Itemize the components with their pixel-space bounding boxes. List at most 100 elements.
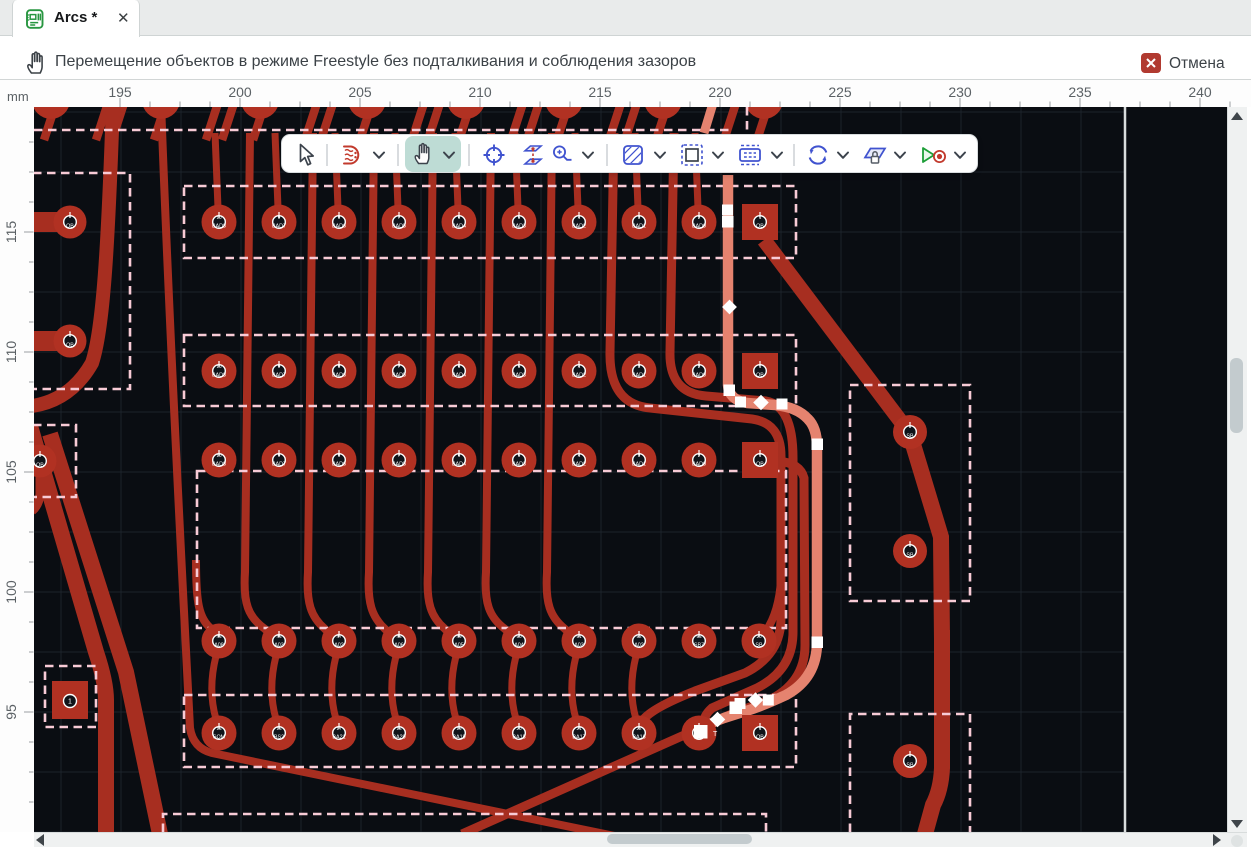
svg-text:9: 9 [278, 215, 281, 220]
svg-text:1: 1 [68, 699, 72, 706]
svg-text:7: 7 [398, 364, 401, 369]
svg-text:10: 10 [216, 364, 222, 369]
svg-text:8: 8 [338, 364, 341, 369]
svg-text:8: 8 [338, 215, 341, 220]
svg-text:OB: OB [66, 343, 74, 349]
svg-text:BAD2: BAD2 [572, 462, 586, 468]
svg-text:10: 10 [216, 453, 222, 458]
svg-text:53: 53 [696, 634, 702, 639]
svg-text:SB: SB [755, 643, 763, 649]
svg-text:BAD1: BAD1 [632, 462, 646, 468]
svg-text:BAD4: BAD4 [452, 462, 466, 468]
svg-text:52: 52 [636, 634, 642, 639]
svg-text:235: 235 [1068, 84, 1092, 100]
svg-text:3: 3 [638, 453, 641, 458]
svg-text:5: 5 [518, 215, 521, 220]
svg-text:SB: SB [906, 763, 914, 769]
svg-text:BAD8: BAD8 [212, 224, 226, 230]
svg-text:BAD6: BAD6 [332, 462, 346, 468]
svg-text:BAD7: BAD7 [272, 373, 286, 379]
svg-text:2: 2 [698, 453, 701, 458]
svg-text:A03: A03 [574, 643, 584, 649]
svg-text:4: 4 [578, 453, 581, 458]
svg-text:mm: mm [7, 89, 29, 104]
svg-text:SB: SB [906, 553, 914, 559]
svg-text:A03: A03 [274, 643, 284, 649]
svg-text:BAD5: BAD5 [392, 224, 406, 230]
svg-text:BAD2: BAD2 [572, 373, 586, 379]
svg-text:210: 210 [468, 84, 492, 100]
svg-text:BAD6: BAD6 [332, 373, 346, 379]
svg-text:215: 215 [588, 84, 612, 100]
svg-text:OB: OB [36, 463, 44, 469]
svg-text:SB: SB [906, 434, 914, 440]
svg-text:OB: OB [756, 735, 764, 741]
svg-text:BA18: BA18 [512, 735, 525, 741]
svg-text:BAD7: BAD7 [272, 462, 286, 468]
svg-text:2: 2 [698, 215, 701, 220]
svg-text:OB: OB [756, 373, 764, 379]
svg-text:A06: A06 [394, 643, 404, 649]
svg-text:7: 7 [398, 453, 401, 458]
svg-text:BAD5: BAD5 [392, 462, 406, 468]
svg-text:BAD8: BAD8 [212, 373, 226, 379]
svg-text:49: 49 [456, 634, 462, 639]
svg-text:17: 17 [336, 726, 342, 731]
svg-text:47: 47 [336, 634, 342, 639]
svg-text:BAD1: BAD1 [632, 373, 646, 379]
svg-text:6: 6 [458, 215, 461, 220]
svg-text:46: 46 [276, 634, 282, 639]
svg-text:BA21: BA21 [332, 735, 345, 741]
svg-text:225: 225 [828, 84, 852, 100]
svg-text:T: T [713, 731, 718, 738]
svg-text:100: 100 [3, 580, 19, 604]
svg-text:A02: A02 [334, 643, 344, 649]
svg-text:BA19: BA19 [452, 735, 465, 741]
svg-text:A05: A05 [454, 643, 464, 649]
svg-text:BAD0: BAD0 [692, 373, 706, 379]
svg-text:230: 230 [948, 84, 972, 100]
svg-text:SB7: SB7 [694, 643, 704, 649]
svg-text:BAD6: BAD6 [332, 224, 346, 230]
svg-text:15: 15 [216, 726, 222, 731]
svg-text:195: 195 [108, 84, 132, 100]
svg-text:5: 5 [518, 453, 521, 458]
svg-text:205: 205 [348, 84, 372, 100]
svg-text:200: 200 [228, 84, 252, 100]
svg-text:BAD1: BAD1 [632, 224, 646, 230]
svg-text:1: 1 [759, 726, 762, 731]
svg-text:1: 1 [759, 215, 762, 220]
svg-text:7: 7 [398, 215, 401, 220]
svg-text:BAD0: BAD0 [692, 462, 706, 468]
svg-text:105: 105 [3, 460, 19, 484]
svg-text:OB: OB [756, 224, 764, 230]
svg-text:9: 9 [278, 364, 281, 369]
svg-text:BAD3: BAD3 [512, 462, 526, 468]
svg-text:10: 10 [216, 215, 222, 220]
svg-text:4: 4 [578, 364, 581, 369]
svg-text:A02: A02 [634, 643, 644, 649]
svg-text:9: 9 [278, 453, 281, 458]
svg-text:BAD0: BAD0 [692, 224, 706, 230]
svg-text:BA16: BA16 [632, 735, 645, 741]
svg-text:95: 95 [3, 704, 19, 720]
svg-text:19: 19 [456, 726, 462, 731]
svg-text:1: 1 [759, 453, 762, 458]
svg-text:OB: OB [756, 462, 764, 468]
svg-text:BAD2: BAD2 [572, 224, 586, 230]
svg-text:BA20: BA20 [392, 735, 405, 741]
svg-text:BAD4: BAD4 [452, 224, 466, 230]
svg-text:BAD7: BAD7 [272, 224, 286, 230]
svg-text:BAD5: BAD5 [392, 373, 406, 379]
svg-text:5: 5 [518, 364, 521, 369]
svg-text:16: 16 [276, 726, 282, 731]
svg-text:51: 51 [576, 634, 582, 639]
svg-text:BAD8: BAD8 [212, 462, 226, 468]
svg-text:20: 20 [516, 726, 522, 731]
svg-text:6: 6 [458, 364, 461, 369]
svg-text:1: 1 [759, 364, 762, 369]
svg-text:45: 45 [216, 634, 222, 639]
svg-text:18: 18 [396, 726, 402, 731]
svg-text:BA17: BA17 [572, 735, 585, 741]
svg-text:220: 220 [708, 84, 732, 100]
